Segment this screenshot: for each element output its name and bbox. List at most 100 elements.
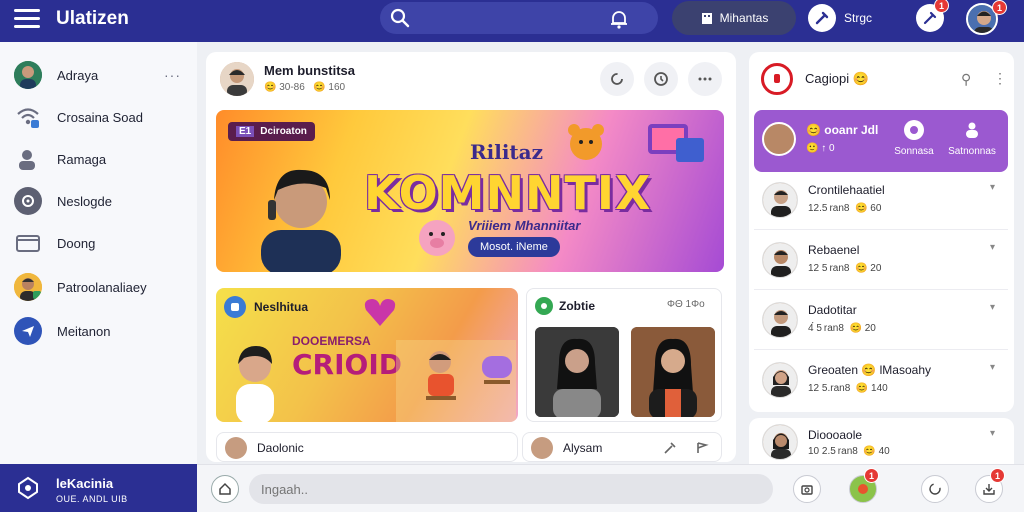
contact-item[interactable]: Dadotitar 4́ 5 ran8 😊 20 ▾ (754, 292, 1008, 350)
sidebar-item-label: Adraya (57, 67, 99, 83)
settings-icon (14, 187, 42, 215)
clock-button[interactable] (644, 62, 678, 96)
post-time: 😊 30-86 (264, 82, 305, 93)
sub-card-header: Zobtie (535, 297, 595, 315)
contact-count: 😊 20 (855, 263, 882, 274)
contact-date: 4́ 5 ran8 (808, 323, 844, 334)
sub-card-title: Zobtie (559, 299, 595, 313)
strgc-button[interactable]: Strgc (808, 3, 888, 33)
sidebar-item-crosaina-soad[interactable]: Crosaina Soad (0, 96, 197, 138)
menu-icon[interactable] (14, 9, 40, 31)
sidebar-item-ramaga[interactable]: Ramaga (0, 138, 197, 180)
sidebar-footer[interactable]: leKacinia OUE. ANDL UIB (0, 464, 197, 512)
building-icon (701, 13, 712, 24)
chevron-down-icon[interactable]: ▾ (990, 428, 995, 439)
feed-row-alysam[interactable]: Alysam (522, 432, 722, 462)
photo-2[interactable] (631, 327, 715, 417)
contact-date: 12.5 ran8 (808, 203, 850, 214)
reaction-badge: 1 (864, 468, 879, 483)
contact-name: Dioooaole (808, 428, 863, 442)
shield-icon (18, 476, 38, 500)
bottom-bar: 1 1 (197, 464, 1024, 512)
contact-avatar (762, 302, 798, 338)
row-avatar (225, 437, 247, 459)
child-illustration (236, 346, 274, 422)
search-bar[interactable] (380, 2, 658, 34)
post-banner[interactable]: E1 Dciroaton Rilitaz KOMNNTIX Vriiiem Mha… (216, 110, 724, 272)
edit-icon[interactable] (663, 441, 677, 455)
send-icon (14, 317, 42, 345)
search-icon[interactable] (390, 8, 410, 28)
author-name[interactable]: Mem bunstitsa (264, 63, 355, 78)
strgc-label: Strgc (844, 11, 873, 25)
contact-item[interactable]: Dioooaole 10 2.5 ran8 😊 40 ▾ (749, 418, 1014, 464)
sonnasa-button[interactable]: Sonnasa (886, 120, 942, 157)
banner-tag-label: Dciroaton (260, 126, 307, 137)
sidebar-item-doong[interactable]: Doong (0, 222, 197, 264)
check-icon (535, 297, 553, 315)
inbox-button[interactable]: 1 (975, 468, 1005, 503)
contact-count: 😊 60 (855, 203, 882, 214)
post-header: Mem bunstitsa 😊 30-86 😊 160 (220, 60, 722, 100)
sidebar-item-meitanon[interactable]: Meitanon (0, 310, 197, 352)
right-panel-header: Cagiopi 😊 ⚲ ⋮ (761, 62, 1007, 98)
notification-button[interactable]: 1 (916, 0, 949, 32)
author-avatar[interactable] (220, 62, 254, 96)
avatar-icon (14, 61, 42, 89)
pin-icon[interactable]: ⚲ (961, 71, 971, 88)
contact-meta: 12 5 ran8 😊 20 (808, 263, 881, 274)
sidebar-item-neslogde[interactable]: Neslogde (0, 180, 197, 222)
feed-row-daolonic[interactable]: Daolonic (216, 432, 518, 462)
contact-name: Rebaenel (808, 243, 860, 257)
reaction-button[interactable]: 1 (849, 468, 879, 503)
post-meta: 😊 30-86 😊 160 (264, 82, 345, 93)
photo-1[interactable] (535, 327, 619, 417)
avatar-badge: 1 (992, 0, 1007, 15)
bell-icon[interactable] (608, 8, 630, 30)
footer-title: leKacinia (56, 476, 114, 491)
chevron-down-icon[interactable]: ▾ (990, 302, 995, 313)
contact-item[interactable]: Greoaten 😊 lMasoahy 12 5.ran8 😊 140 ▾ (754, 352, 1008, 410)
contact-avatar (762, 424, 798, 460)
message-input[interactable] (249, 474, 773, 504)
flag-icon[interactable] (695, 441, 709, 455)
contact-item[interactable]: Rebaenel 12 5 ran8 😊 20 ▾ (754, 232, 1008, 290)
sidebar-item-label: Crosaina Soad (57, 109, 143, 125)
sub-card-zobtie[interactable]: Zobtie ΦΘ 1Φο (526, 288, 722, 422)
refresh-button[interactable] (600, 62, 634, 96)
user-icon (14, 145, 42, 173)
mihantas-button[interactable]: Mihantas (672, 1, 796, 35)
sub-card-neslhitua[interactable]: Neslhitua DOOEMERSA CRIOID (216, 288, 518, 422)
contact-item[interactable]: Crontilehaatiel 12.5 ran8 😊 60 ▾ (754, 172, 1008, 230)
satnonnas-button[interactable]: Satnonnas (944, 120, 1000, 157)
contact-meta: 10 2.5 ran8 😊 40 (808, 446, 890, 457)
sidebar-item-label: Ramaga (57, 151, 107, 167)
chevron-down-icon[interactable]: ▾ (990, 182, 995, 193)
camera-icon (801, 485, 813, 495)
chevron-down-icon[interactable]: ▾ (990, 242, 995, 253)
refresh-button[interactable] (921, 475, 949, 503)
banner-pill-button[interactable]: Mosot. iNeme (468, 237, 560, 257)
sub-card-header: Neslhitua (224, 296, 308, 318)
satnonnas-label: Satnonnas (948, 146, 996, 157)
sidebar-item-adraya[interactable]: Adraya ··· (0, 54, 197, 96)
sidebar-item-label: Neslogde (57, 193, 112, 209)
more-vertical-icon[interactable]: ⋮ (993, 70, 1007, 87)
right-panel: Cagiopi 😊 ⚲ ⋮ 😊 ooanr Jdl 🙂 ↑ 0 Sonnasa … (749, 52, 1014, 412)
home-button[interactable] (211, 475, 239, 503)
highlight-card[interactable]: 😊 ooanr Jdl 🙂 ↑ 0 Sonnasa Satnonnas (754, 110, 1008, 172)
contact-count: 😊 140 (855, 383, 888, 394)
person-illustration (261, 169, 341, 272)
app-title: Ulatizen (56, 8, 129, 29)
chevron-down-icon[interactable]: ▾ (990, 362, 995, 373)
contact-date: 12 5 ran8 (808, 263, 850, 274)
sidebar-item-patroolanaliaey[interactable]: Patroolanaliaey (0, 266, 197, 308)
more-button[interactable] (688, 62, 722, 96)
more-icon[interactable]: ··· (164, 67, 181, 83)
camera-button[interactable] (793, 475, 821, 503)
highlight-name: 😊 ooanr Jdl (806, 123, 879, 137)
globe-icon (904, 120, 924, 140)
clock-icon (654, 72, 668, 86)
row-avatar (531, 437, 553, 459)
sub-card-title: Neslhitua (254, 300, 309, 314)
